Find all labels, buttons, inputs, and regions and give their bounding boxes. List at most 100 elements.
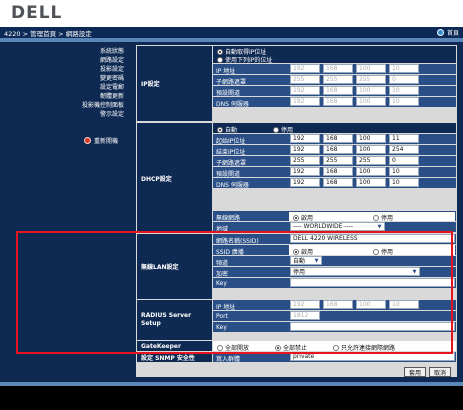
ip-octet-input[interactable]: 100 (356, 64, 386, 73)
restart-button[interactable]: 重新開機 (84, 136, 118, 145)
home-icon (436, 29, 444, 36)
radio-label: 停用 (381, 215, 394, 222)
sidebar-item-system-status[interactable]: 系統狀態 (100, 46, 124, 55)
home-label: 首頁 (446, 30, 459, 37)
dhcp-octet-input[interactable]: 192 (290, 145, 320, 154)
sidebar-item-network-settings[interactable]: 網路設定 (100, 55, 124, 64)
ip-octet-input[interactable]: 168 (323, 64, 353, 73)
radio-unselected-icon (373, 214, 379, 221)
restart-label: 重新開機 (94, 138, 119, 145)
dhcp-octet-input[interactable]: 168 (323, 134, 353, 143)
ip-octet-input[interactable]: 100 (356, 97, 386, 106)
dhcp-field-label: 預設閘道 (216, 171, 241, 178)
ip-octet-input[interactable]: 255 (290, 75, 320, 84)
ip-octet-input[interactable]: 100 (356, 86, 386, 95)
dhcp-field-label: 子網路遮罩 (216, 160, 247, 167)
dhcp-field-row: DNS 伺服器 192 168 100 10 (213, 178, 456, 189)
dhcp-octet-input[interactable]: 254 (389, 145, 419, 154)
ip-field-row: 子網路遮罩 255 255 255 0 (213, 75, 456, 86)
dhcp-octet-input[interactable]: 168 (323, 145, 353, 154)
page: DELL 4220 > 管理首頁 > 網路設定 首頁 系統狀態 網路設定 投影設… (0, 0, 463, 410)
dhcp-octet-input[interactable]: 11 (389, 134, 419, 143)
ip-octet-input[interactable]: 10 (389, 86, 419, 95)
ip-field-label: 預設閘道 (216, 90, 241, 97)
wireless-enable-radio[interactable]: 啟用 (293, 213, 313, 222)
dhcp-octet-input[interactable]: 255 (356, 156, 386, 165)
radio-unselected-icon (217, 56, 223, 63)
dhcp-octet-input[interactable]: 100 (356, 178, 386, 187)
dhcp-field-label: DNS 伺服器 (216, 182, 249, 189)
sidebar-item-email-settings[interactable]: 設定電郵 (100, 82, 124, 91)
ip-octet-input[interactable]: 168 (323, 97, 353, 106)
radio-unselected-icon (273, 126, 279, 133)
select-value: ---- WORLDWIDE ---- (293, 223, 354, 230)
dhcp-field-label: 結束IP位址 (216, 149, 246, 156)
ip-octet-input[interactable]: 192 (290, 97, 320, 106)
radio-label: 自動 (225, 127, 238, 134)
dhcp-octet-input[interactable]: 10 (389, 178, 419, 187)
ip-manual-radio[interactable]: 使用下列IP的位址 (217, 55, 272, 64)
dhcp-disable-radio[interactable]: 停用 (273, 125, 293, 134)
cancel-button[interactable]: 取消 (428, 367, 451, 377)
dell-logo: DELL (11, 3, 63, 23)
dhcp-auto-radio[interactable]: 自動 (217, 125, 237, 134)
breadcrumb: 4220 > 管理首頁 > 網路設定 (4, 29, 92, 38)
power-icon (84, 137, 91, 144)
ip-octet-input[interactable]: 0 (389, 75, 419, 84)
dhcp-octet-input[interactable]: 100 (356, 167, 386, 176)
dhcp-octet-input[interactable]: 0 (389, 156, 419, 165)
breadcrumb-bar: 4220 > 管理首頁 > 網路設定 首頁 (0, 27, 463, 38)
dhcp-octet-input[interactable]: 192 (290, 134, 320, 143)
sidebar-item-projector-control-panel[interactable]: 投影機控制面板 (82, 100, 124, 109)
footer-bar (0, 386, 463, 410)
home-link[interactable]: 首頁 (436, 28, 459, 37)
ip-mode-row: 自動取得IP位址 使用下列IP的位址 (213, 46, 456, 64)
sidebar-item-projector-settings[interactable]: 投影設定 (100, 64, 124, 73)
radio-label: 使用下列IP的位址 (225, 57, 273, 64)
ip-octet-input[interactable]: 255 (356, 75, 386, 84)
ip-field-row: 預設閘道 192 168 100 10 (213, 86, 456, 97)
dhcp-octet-input[interactable]: 255 (290, 156, 320, 165)
section-title: DHCP設定 (141, 175, 172, 183)
dhcp-octet-input[interactable]: 10 (389, 167, 419, 176)
dhcp-octet-input[interactable]: 168 (323, 167, 353, 176)
dhcp-field-label: 起始IP位址 (216, 138, 246, 145)
ip-octet-input[interactable]: 192 (290, 86, 320, 95)
sidebar-item-change-password[interactable]: 變更密碼 (100, 73, 124, 82)
ip-octet-input[interactable]: 255 (323, 75, 353, 84)
input-value: private (293, 353, 315, 360)
ip-octet-input[interactable]: 10 (389, 64, 419, 73)
apply-button[interactable]: 套用 (403, 367, 426, 377)
dhcp-field-row: 結束IP位址 192 168 100 254 (213, 145, 456, 156)
wireless-disable-radio[interactable]: 停用 (373, 213, 393, 222)
dhcp-field-row: 預設閘道 192 168 100 10 (213, 167, 456, 178)
section-title: IP設定 (141, 81, 160, 88)
dhcp-mode-row: 自動 停用 (213, 123, 456, 134)
snmp-write-community-label: 寫入群體 (216, 356, 241, 363)
region-select[interactable]: ---- WORLDWIDE ---- ▼ (290, 222, 385, 231)
ip-octet-input[interactable]: 168 (323, 86, 353, 95)
ip-octet-input[interactable]: 10 (389, 97, 419, 106)
section-ip-settings: IP設定 (137, 46, 212, 121)
dhcp-octet-input[interactable]: 192 (290, 178, 320, 187)
chevron-down-icon: ▼ (377, 224, 382, 230)
wireless-label: 無線網路 (216, 215, 241, 222)
radio-selected-icon (217, 126, 223, 133)
sidebar-item-alert-settings[interactable]: 警示設定 (100, 109, 124, 118)
radio-selected-icon (217, 48, 223, 55)
dhcp-octet-input[interactable]: 168 (323, 178, 353, 187)
header-bar: DELL (0, 0, 463, 27)
dhcp-octet-input[interactable]: 255 (323, 156, 353, 165)
radio-selected-icon (293, 214, 299, 221)
wireless-cell (289, 212, 455, 221)
ip-octet-input[interactable]: 192 (290, 64, 320, 73)
sidebar-item-firmware-update[interactable]: 韌體更新 (100, 91, 124, 100)
radio-label: 啟用 (301, 215, 314, 222)
ip-field-label: DNS 伺服器 (216, 101, 249, 108)
dhcp-octet-input[interactable]: 100 (356, 134, 386, 143)
radio-label: 停用 (281, 127, 294, 134)
dhcp-octet-input[interactable]: 192 (290, 167, 320, 176)
highlight-box (16, 231, 453, 354)
dhcp-field-row: 起始IP位址 192 168 100 11 (213, 134, 456, 145)
dhcp-octet-input[interactable]: 100 (356, 145, 386, 154)
